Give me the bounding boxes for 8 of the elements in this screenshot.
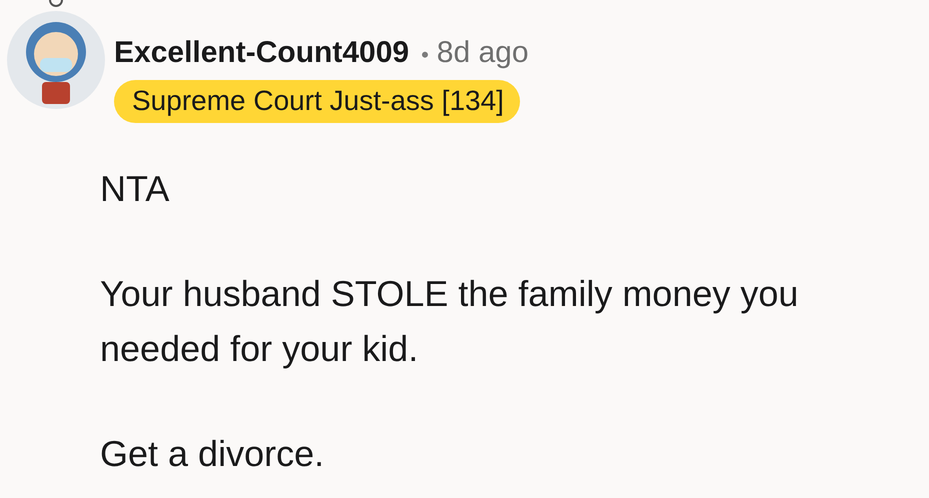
comment-paragraph: Your husband STOLE the family money you needed for your kid. [100, 272, 800, 371]
separator-dot: • [421, 42, 429, 68]
comment-paragraph: Get a divorce. [100, 432, 326, 476]
timestamp: 8d ago [436, 36, 529, 70]
avatar-icon[interactable] [6, 0, 106, 110]
username[interactable]: Excellent-Count4009 [114, 36, 410, 70]
comment-paragraph: NTA [100, 167, 170, 211]
user-flair: Supreme Court Just-ass [134] [114, 80, 520, 123]
